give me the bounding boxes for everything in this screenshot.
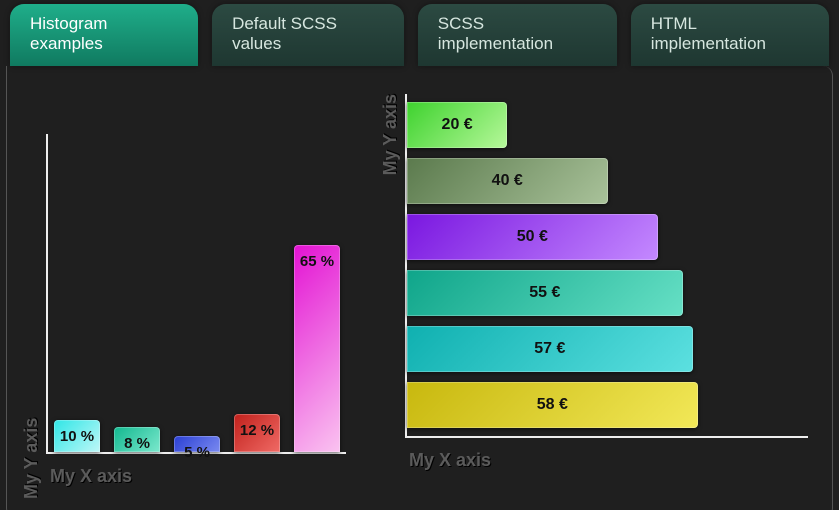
bar: 20 € (407, 102, 507, 148)
tab-3[interactable]: HTML implementation (631, 4, 829, 66)
bar-value-label: 10 % (60, 428, 94, 445)
bar-value-label: 50 € (517, 228, 548, 246)
vertical-bar-chart: My Y axis 10 % 8 % 5 % 12 % 65 % My X axis (17, 94, 346, 499)
bar: 12 % (234, 414, 280, 452)
bar: 55 € (407, 270, 683, 316)
y-axis-label: My Y axis (17, 94, 46, 499)
bar-value-label: 55 € (529, 284, 560, 302)
bar: 5 % (174, 436, 220, 452)
tab-panel: My Y axis 10 % 8 % 5 % 12 % 65 % My X axis M… (6, 66, 833, 510)
tab-0[interactable]: Histogram examples (10, 4, 198, 66)
bar: 8 % (114, 427, 160, 452)
bar-value-label: 65 % (300, 253, 334, 270)
bar: 50 € (407, 214, 658, 260)
bar-value-label: 8 % (124, 435, 150, 452)
y-axis-label: My Y axis (376, 94, 405, 175)
bar: 40 € (407, 158, 608, 204)
tab-1[interactable]: Default SCSS values (212, 4, 404, 66)
bar: 58 € (407, 382, 698, 428)
bar-value-label: 40 € (492, 172, 523, 190)
chart-plot-area: 20 € 40 € 50 € 55 € 57 € 58 € (405, 94, 808, 438)
bar-value-label: 58 € (537, 396, 568, 414)
bar-value-label: 57 € (534, 340, 565, 358)
bar: 57 € (407, 326, 693, 372)
tab-bar: Histogram examplesDefault SCSS valuesSCS… (0, 0, 839, 66)
tab-2[interactable]: SCSS implementation (418, 4, 617, 66)
horizontal-bar-chart: My Y axis 20 € 40 € 50 € 55 € 57 € 58 € My X … (376, 94, 808, 499)
bar: 65 % (294, 245, 340, 452)
bar-value-label: 12 % (240, 422, 274, 439)
bar-value-label: 20 € (442, 116, 473, 134)
bar: 10 % (54, 420, 100, 452)
chart-plot-area: 10 % 8 % 5 % 12 % 65 % (46, 134, 346, 454)
bar-value-label: 5 % (184, 444, 210, 461)
x-axis-label: My X axis (409, 450, 808, 471)
x-axis-label: My X axis (50, 466, 346, 487)
